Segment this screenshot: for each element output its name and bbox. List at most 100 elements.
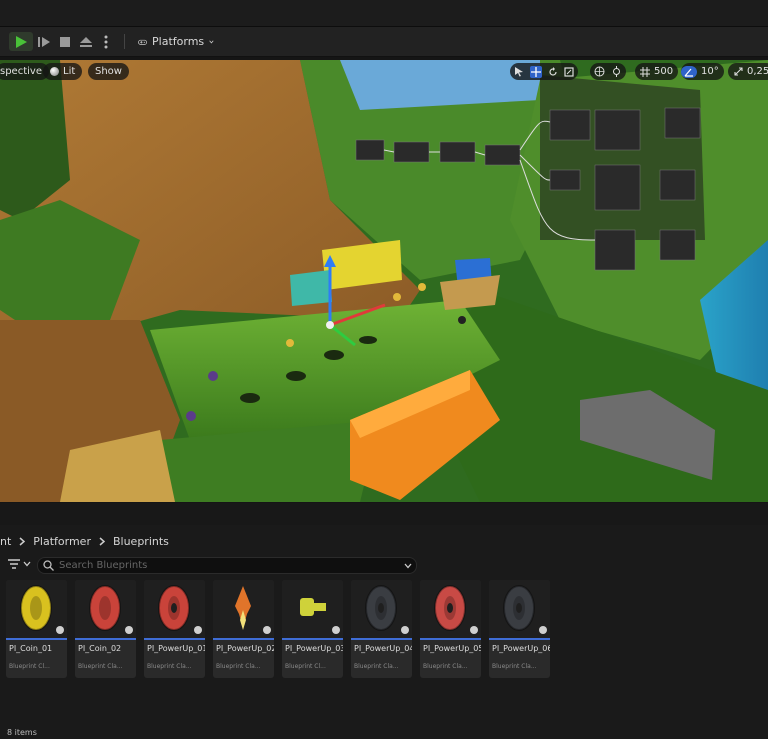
lit-label: Lit: [63, 66, 76, 77]
show-label: Show: [95, 66, 122, 77]
platforms-dropdown[interactable]: Platforms: [138, 32, 214, 51]
vertical-dots-icon: [104, 35, 108, 48]
rotation-snap-button[interactable]: 10°: [681, 63, 724, 80]
asset-preview-icon: [365, 585, 409, 634]
blueprint-badge-icon: [56, 626, 64, 634]
rotation-snap-icon: [681, 65, 697, 78]
asset-tile[interactable]: PI_PowerUp_02 Blueprint Cla...: [213, 580, 274, 678]
asset-name: PI_PowerUp_02: [216, 644, 274, 653]
level-viewport[interactable]: spective Lit Show 500 10° 0,25: [0, 60, 768, 502]
advance-frame-icon: [38, 36, 50, 47]
search-placeholder: Search Blueprints: [59, 560, 148, 571]
asset-tile[interactable]: PI_PowerUp_03 Blueprint Cl...: [282, 580, 343, 678]
blueprint-badge-icon: [332, 626, 340, 634]
scale-snap-button[interactable]: 0,25: [728, 63, 768, 80]
eject-icon: [80, 36, 92, 47]
eject-button[interactable]: [77, 32, 95, 51]
asset-tile[interactable]: PI_PowerUp_06 Blueprint Cla...: [489, 580, 550, 678]
blueprint-badge-icon: [194, 626, 202, 634]
chevron-down-icon[interactable]: [404, 563, 412, 569]
blueprint-badge-icon: [263, 626, 271, 634]
scene-render: [0, 60, 768, 502]
asset-class: Blueprint Cla...: [423, 663, 468, 670]
chevron-down-icon: [209, 40, 214, 44]
viewport-lit-button[interactable]: Lit: [43, 63, 83, 80]
breadcrumb-item-content[interactable]: nt: [0, 535, 11, 548]
asset-class: Blueprint Cl...: [285, 663, 326, 670]
asset-tile[interactable]: PI_PowerUp_04 Blueprint Cla...: [351, 580, 412, 678]
scale-snap-value: 0,25: [747, 66, 768, 77]
chevron-right-icon: [19, 536, 26, 546]
chevron-right-icon: [99, 536, 105, 546]
asset-type-bar: [75, 638, 136, 640]
asset-name: PI_PowerUp_03: [285, 644, 343, 653]
grid-icon: [640, 66, 650, 77]
more-options-button[interactable]: [101, 32, 111, 51]
surface-snapping-icon[interactable]: [611, 66, 622, 77]
asset-thumbnail: [489, 580, 550, 638]
asset-tile[interactable]: PI_PowerUp_01 Blueprint Cla...: [144, 580, 205, 678]
asset-type-bar: [282, 638, 343, 640]
asset-tile[interactable]: PI_Coin_01 Blueprint Cl...: [6, 580, 67, 678]
breadcrumb-item-blueprints[interactable]: Blueprints: [113, 535, 169, 548]
advance-frame-button[interactable]: [36, 32, 52, 51]
surface-snap-tools: [590, 63, 626, 80]
play-button[interactable]: [9, 32, 33, 51]
asset-name: PI_Coin_02: [78, 644, 122, 653]
search-icon: [43, 560, 54, 571]
asset-class: Blueprint Cla...: [216, 663, 261, 670]
select-cursor-icon[interactable]: [514, 66, 524, 77]
asset-name: PI_PowerUp_06: [492, 644, 550, 653]
title-bar: [0, 0, 768, 27]
asset-tile[interactable]: PI_PowerUp_05 Blueprint Cla...: [420, 580, 481, 678]
asset-type-bar: [213, 638, 274, 640]
asset-preview-icon: [434, 585, 478, 634]
filter-button[interactable]: [8, 559, 31, 569]
translate-icon[interactable]: [530, 65, 542, 78]
asset-type-bar: [489, 638, 550, 640]
breadcrumb: nt Platformer Blueprints: [0, 531, 169, 551]
asset-tile[interactable]: PI_Coin_02 Blueprint Cla...: [75, 580, 136, 678]
viewport-perspective-button[interactable]: spective: [0, 63, 49, 80]
asset-preview-icon: [300, 598, 340, 634]
rotate-icon[interactable]: [548, 66, 558, 77]
asset-preview-icon: [20, 585, 64, 634]
asset-class: Blueprint Cla...: [147, 663, 192, 670]
filter-icon: [8, 559, 20, 569]
scale-icon[interactable]: [564, 66, 574, 77]
asset-name: PI_Coin_01: [9, 644, 53, 653]
scale-snap-icon: [734, 67, 743, 76]
panel-splitter[interactable]: [0, 503, 768, 525]
asset-preview-icon: [158, 585, 202, 634]
lit-sphere-icon: [50, 67, 59, 76]
blueprint-badge-icon: [401, 626, 409, 634]
asset-class: Blueprint Cla...: [492, 663, 537, 670]
asset-class: Blueprint Cla...: [354, 663, 399, 670]
asset-thumbnail: [351, 580, 412, 638]
transform-tools: [510, 63, 578, 80]
search-input[interactable]: Search Blueprints: [37, 557, 417, 574]
asset-preview-icon: [235, 586, 271, 634]
asset-class: Blueprint Cla...: [78, 663, 123, 670]
asset-name: PI_PowerUp_05: [423, 644, 481, 653]
content-browser: nt Platformer Blueprints Search Blueprin…: [0, 525, 768, 739]
world-local-icon[interactable]: [594, 66, 605, 77]
stop-button[interactable]: [57, 32, 73, 51]
asset-preview-icon: [503, 585, 547, 634]
asset-thumbnail: [420, 580, 481, 638]
asset-name: PI_PowerUp_01: [147, 644, 205, 653]
gamepad-icon: [138, 39, 147, 45]
platforms-label: Platforms: [152, 35, 205, 48]
asset-name: PI_PowerUp_04: [354, 644, 412, 653]
breadcrumb-item-platformer[interactable]: Platformer: [33, 535, 91, 548]
viewport-show-button[interactable]: Show: [88, 63, 129, 80]
rotation-snap-value: 10°: [701, 66, 719, 77]
chevron-down-icon: [23, 561, 31, 567]
asset-thumbnail: [282, 580, 343, 638]
asset-type-bar: [144, 638, 205, 640]
grid-snap-button[interactable]: 500: [635, 63, 679, 80]
blueprint-badge-icon: [470, 626, 478, 634]
perspective-label: spective: [0, 66, 42, 77]
blueprint-badge-icon: [539, 626, 547, 634]
grid-snap-value: 500: [654, 66, 674, 77]
